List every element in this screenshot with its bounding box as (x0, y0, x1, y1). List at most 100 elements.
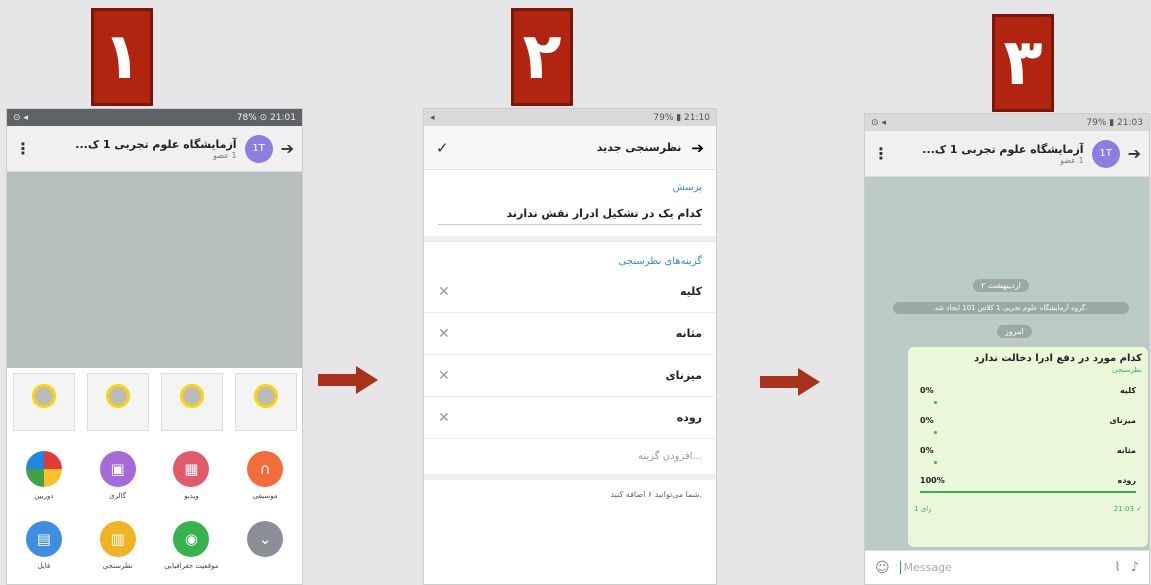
message-input[interactable]: Message (899, 561, 1105, 574)
poll-result-row[interactable]: 0% کلیه (914, 386, 1142, 395)
add-option-button[interactable]: افزودن گزینه... (424, 439, 716, 480)
media-thumbnail[interactable] (87, 373, 149, 431)
chevron-down-icon: ⌄ (247, 521, 284, 557)
more-menu-icon[interactable]: ⋮ (15, 139, 31, 158)
attach-row-2: ▤ فایل ▥ نظرسنجی ◉ موقعیت جغرافیایی ⌄ (7, 521, 302, 570)
result-percent: 0% (920, 386, 934, 395)
attach-more[interactable]: ⌄ (235, 521, 295, 570)
result-percent: 100% (920, 476, 945, 485)
chat-subtitle: 1 عضو (213, 150, 237, 160)
media-thumbnail[interactable] (161, 373, 223, 431)
option-input[interactable]: روده (677, 411, 702, 424)
media-thumbnail[interactable] (235, 373, 297, 431)
attach-row-1: دوربین ▣ گالری ▦ ویدیو ∩ موسیقی (7, 451, 302, 500)
result-bar (920, 491, 1136, 493)
attach-label: ویدیو (184, 492, 199, 500)
options-hint: شما می‌توانید ۶ اضافه کنید. (610, 490, 702, 499)
status-right: 78% ⊙ 21:01 (236, 112, 296, 123)
message-time: 21:03 ✓ (1113, 505, 1142, 513)
attach-label: گالری (109, 492, 127, 500)
option-input[interactable]: کلیه (680, 285, 702, 298)
chat-header: ⋮ آزمایشگاه علوم تجربی 1 ک... 1 عضو 1T ➔ (865, 131, 1149, 177)
attach-poll[interactable]: ▥ نظرسنجی (88, 521, 148, 570)
poll-header: ✓ نظرسنجی جدید ➔ (424, 126, 716, 170)
media-thumbnail[interactable] (13, 373, 75, 431)
result-option: مثانه (1116, 446, 1136, 455)
camera-icon (25, 451, 62, 487)
back-arrow-icon[interactable]: ➔ (691, 139, 704, 157)
arrow-right-icon (318, 366, 378, 394)
status-bar: ⊙ ◂ 79% ▮ 21:03 (865, 114, 1149, 131)
chat-background: ۲ اردیبهشت گروه آزمایشگاه علوم تجربی 1 ک… (865, 177, 1149, 550)
phone-screen-new-poll: ◂ 79% ▮ 21:10 ✓ نظرسنجی جدید ➔ پرسش کدام… (423, 108, 717, 585)
attach-label: فایل (37, 562, 51, 570)
headphones-icon: ∩ (247, 451, 284, 487)
back-arrow-icon[interactable]: ➔ (281, 139, 294, 158)
remove-option-icon[interactable]: ✕ (438, 326, 450, 342)
result-bar (934, 431, 937, 434)
result-option: روده (1117, 476, 1136, 485)
option-input[interactable]: مثانه (676, 327, 702, 340)
location-icon: ◉ (173, 521, 210, 557)
arrow-right-icon (760, 368, 820, 396)
step-badge-2: ۲ (511, 8, 573, 106)
attach-icon[interactable]: ⌇ (1114, 560, 1120, 575)
attach-location[interactable]: ◉ موقعیت جغرافیایی (161, 521, 221, 570)
remove-option-icon[interactable]: ✕ (438, 284, 450, 300)
chat-subtitle: 1 عضو (1060, 155, 1084, 165)
attach-camera[interactable]: دوربین (14, 451, 74, 500)
avatar[interactable]: 1T (244, 134, 273, 163)
attach-label: نظرسنجی (102, 562, 133, 570)
options-label: گزینه‌های نظرسنجی (618, 256, 702, 267)
poll-icon: ▥ (99, 521, 136, 557)
poll-votes: 1 رای (914, 505, 932, 513)
check-icon[interactable]: ✓ (436, 139, 449, 157)
poll-result-row[interactable]: 0% مثانه (914, 446, 1142, 455)
status-left: ◂ (430, 112, 435, 123)
poll-option-row[interactable]: ✕ کلیه (424, 271, 716, 313)
poll-question: کدام مورد در دفع ادرا دخالت ندارد (973, 353, 1142, 364)
attach-video[interactable]: ▦ ویدیو (161, 451, 221, 500)
attach-file[interactable]: ▤ فایل (14, 521, 74, 570)
poll-option-row[interactable]: ✕ میزنای (424, 355, 716, 397)
attach-label: موقعیت جغرافیایی (164, 562, 219, 570)
remove-option-icon[interactable]: ✕ (438, 368, 450, 384)
question-input[interactable]: کدام یک در تشکیل ادرار نقش ندارند (438, 207, 702, 225)
today-chip: امروز (997, 325, 1032, 338)
poll-option-row[interactable]: ✕ مثانه (424, 313, 716, 355)
phone-screen-poll-result: ⊙ ◂ 79% ▮ 21:03 ⋮ آزمایشگاه علوم تجربی 1… (864, 113, 1150, 585)
option-input[interactable]: میزنای (666, 369, 703, 382)
poll-type-label: نظرسنجی (1112, 366, 1142, 374)
gallery-icon: ▣ (99, 451, 136, 487)
back-arrow-icon[interactable]: ➔ (1128, 144, 1141, 163)
chat-title[interactable]: آزمایشگاه علوم تجربی 1 ک... (39, 138, 236, 151)
poll-result-row[interactable]: 100% روده (914, 476, 1142, 485)
more-menu-icon[interactable]: ⋮ (873, 144, 889, 163)
chat-title[interactable]: آزمایشگاه علوم تجربی 1 ک... (897, 143, 1083, 156)
microphone-icon[interactable]: ♪ (1131, 560, 1139, 575)
avatar[interactable]: 1T (1091, 139, 1120, 168)
poll-option-row[interactable]: ✕ روده (424, 397, 716, 439)
status-left: ⊙ ◂ (13, 112, 28, 123)
result-percent: 0% (920, 446, 934, 455)
step-badge-1: ۱ (91, 8, 153, 106)
video-icon: ▦ (173, 451, 210, 487)
question-label: پرسش (672, 182, 702, 193)
result-bar (934, 401, 937, 404)
chat-header: ⋮ آزمایشگاه علوم تجربی 1 ک... 1 عضو 1T ➔ (7, 126, 302, 172)
result-bar (934, 461, 937, 464)
attach-music[interactable]: ∩ موسیقی (235, 451, 295, 500)
attach-gallery[interactable]: ▣ گالری (88, 451, 148, 500)
remove-option-icon[interactable]: ✕ (438, 410, 450, 426)
poll-header-title: نظرسنجی جدید (596, 141, 682, 154)
attach-label: موسیقی (252, 492, 278, 500)
status-right: 79% ▮ 21:10 (653, 112, 710, 123)
result-option: کلیه (1119, 386, 1136, 395)
status-bar: ◂ 79% ▮ 21:10 (424, 109, 716, 126)
date-chip: ۲ اردیبهشت (973, 279, 1029, 292)
phone-screen-attach-menu: ⊙ ◂ 78% ⊙ 21:01 ⋮ آزمایشگاه علوم تجربی 1… (6, 108, 303, 585)
emoji-icon[interactable]: ☺ (875, 560, 890, 576)
poll-result-row[interactable]: 0% میزنای (914, 416, 1142, 425)
status-right: 79% ▮ 21:03 (1086, 117, 1143, 128)
poll-bubble[interactable]: کدام مورد در دفع ادرا دخالت ندارد نظرسنج… (908, 347, 1148, 547)
